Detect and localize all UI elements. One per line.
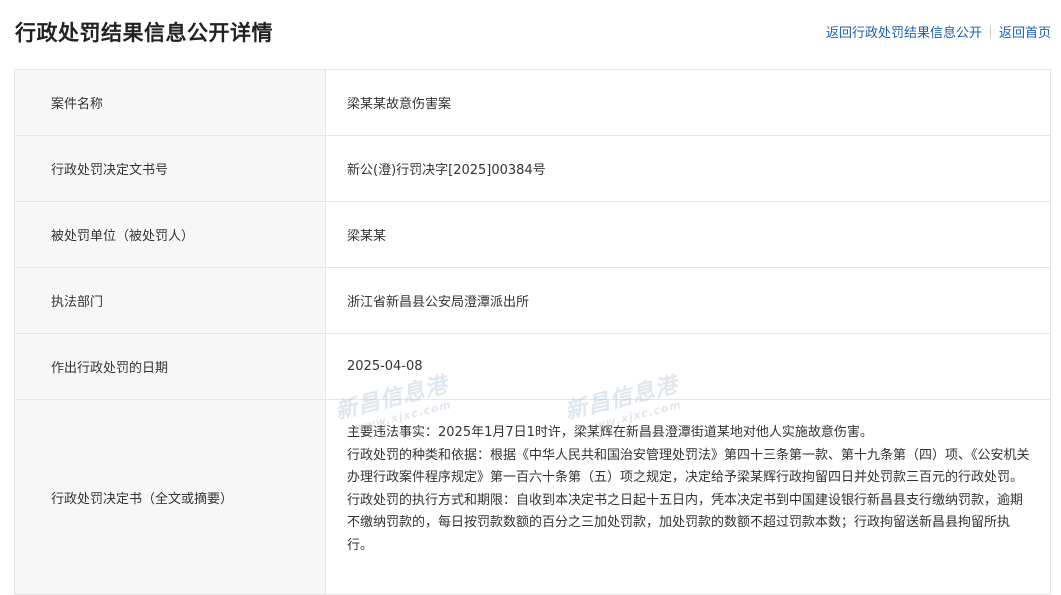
row-value: 浙江省新昌县公安局澄潭派出所 bbox=[325, 267, 1051, 334]
table-row-document-number: 行政处罚决定文书号 新公(澄)行罚决字[2025]00384号 bbox=[14, 135, 1051, 202]
row-value: 梁某某 bbox=[325, 201, 1051, 268]
table-row-decision-text: 行政处罚决定书（全文或摘要） 主要违法事实：2025年1月7日1时许，梁某辉在新… bbox=[14, 399, 1051, 595]
link-separator bbox=[989, 25, 991, 38]
table-row-penalized-party: 被处罚单位（被处罚人） 梁某某 bbox=[14, 201, 1051, 268]
row-label: 作出行政处罚的日期 bbox=[14, 333, 326, 400]
row-label: 执法部门 bbox=[14, 267, 326, 334]
row-value: 新公(澄)行罚决字[2025]00384号 bbox=[325, 135, 1051, 202]
decision-paragraph-facts: 主要违法事实：2025年1月7日1时许，梁某辉在新昌县澄潭街道某地对他人实施故意… bbox=[347, 425, 873, 440]
page-header: 行政处罚结果信息公开详情 返回行政处罚结果信息公开 返回首页 bbox=[0, 0, 1061, 64]
row-label: 行政处罚决定文书号 bbox=[14, 135, 326, 202]
table-row-case-name: 案件名称 梁某某故意伤害案 bbox=[14, 69, 1051, 136]
back-to-list-link[interactable]: 返回行政处罚结果信息公开 bbox=[826, 22, 982, 41]
page-title: 行政处罚结果信息公开详情 bbox=[15, 21, 273, 45]
decision-paragraph-execution: 行政处罚的执行方式和期限：自收到本决定书之日起十五日内，凭本决定书到中国建设银行… bbox=[347, 492, 1024, 553]
row-label: 行政处罚决定书（全文或摘要） bbox=[14, 399, 326, 595]
decision-text: 主要违法事实：2025年1月7日1时许，梁某辉在新昌县澄潭街道某地对他人实施故意… bbox=[325, 399, 1051, 595]
row-label: 案件名称 bbox=[14, 69, 326, 136]
table-row-decision-date: 作出行政处罚的日期 2025-04-08 bbox=[14, 333, 1051, 400]
decision-paragraph-basis: 行政处罚的种类和依据：根据《中华人民共和国治安管理处罚法》第四十三条第一款、第十… bbox=[347, 447, 1030, 486]
row-value: 2025-04-08 bbox=[325, 333, 1051, 400]
table-row-enforcement-dept: 执法部门 浙江省新昌县公安局澄潭派出所 bbox=[14, 267, 1051, 334]
header-links: 返回行政处罚结果信息公开 返回首页 bbox=[826, 22, 1051, 41]
row-label: 被处罚单位（被处罚人） bbox=[14, 201, 326, 268]
back-to-home-link[interactable]: 返回首页 bbox=[999, 22, 1051, 41]
detail-table: 案件名称 梁某某故意伤害案 行政处罚决定文书号 新公(澄)行罚决字[2025]0… bbox=[14, 69, 1051, 595]
row-value: 梁某某故意伤害案 bbox=[325, 69, 1051, 136]
